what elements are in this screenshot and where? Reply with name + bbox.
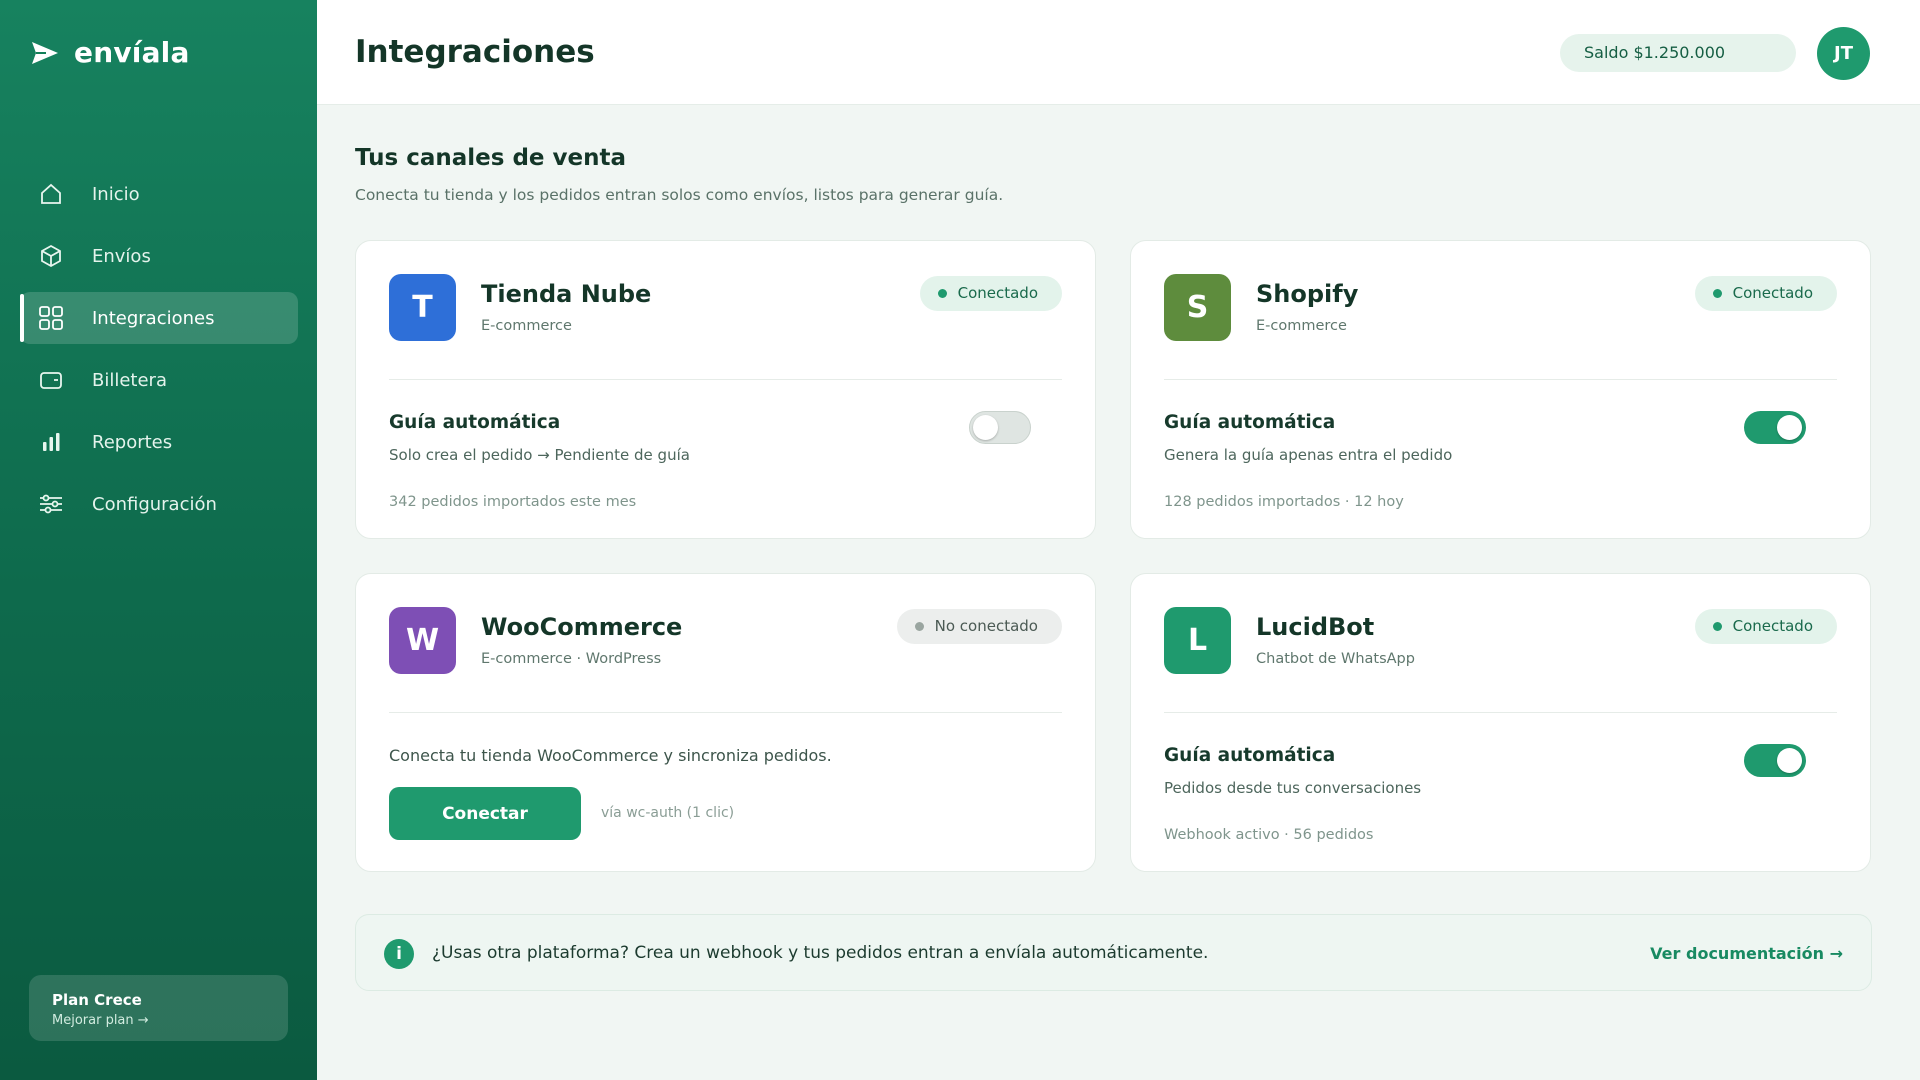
sidebar-item-envios[interactable]: Envíos [20, 230, 298, 282]
integration-name: LucidBot [1256, 613, 1375, 641]
auto-guide-toggle[interactable] [1744, 744, 1806, 777]
integration-card-shopify: S Shopify E-commerce Conectado Guía auto… [1130, 240, 1871, 539]
integration-card-tienda-nube: T Tienda Nube E-commerce Conectado Guía … [355, 240, 1096, 539]
auto-guide-title: Guía automática [389, 412, 561, 433]
tienda-nube-logo: T [389, 274, 456, 341]
sidebar-item-label: Envíos [92, 245, 151, 267]
bar-chart-icon [38, 429, 64, 455]
webhook-info-banner: i ¿Usas otra plataforma? Crea un webhook… [355, 914, 1872, 991]
plan-name: Plan Crece [52, 991, 142, 1009]
divider [389, 379, 1062, 380]
sidebar-item-label: Inicio [92, 183, 140, 205]
sidebar-nav: Inicio Envíos Integraciones Billetera Re… [20, 168, 298, 540]
divider [1164, 712, 1837, 713]
lucidbot-logo: L [1164, 607, 1231, 674]
toggle-knob [973, 415, 998, 440]
auto-guide-description: Solo crea el pedido → Pendiente de guía [389, 446, 690, 464]
connect-description: Conecta tu tienda WooCommerce y sincroni… [389, 746, 832, 765]
auto-guide-toggle[interactable] [969, 411, 1031, 444]
plan-card[interactable]: Plan Crece Mejorar plan → [29, 975, 288, 1041]
auto-guide-description: Pedidos desde tus conversaciones [1164, 779, 1422, 797]
wallet-icon [38, 367, 64, 393]
balance-badge[interactable]: Saldo $1.250.000 [1560, 34, 1796, 72]
integration-card-woocommerce: W WooCommerce E-commerce · WordPress No … [355, 573, 1096, 872]
sliders-icon [38, 491, 64, 517]
sidebar-item-reportes[interactable]: Reportes [20, 416, 298, 468]
orders-stat: 342 pedidos importados este mes [389, 494, 637, 510]
sidebar-item-label: Integraciones [92, 307, 215, 329]
sidebar-item-configuracion[interactable]: Configuración [20, 478, 298, 530]
sidebar-item-integraciones[interactable]: Integraciones [20, 292, 298, 344]
avatar[interactable]: JT [1817, 27, 1870, 80]
home-icon [38, 181, 64, 207]
brand-logo[interactable]: envíala [30, 36, 190, 69]
grid-icon [38, 305, 64, 331]
orders-stat: 128 pedidos importados · 12 hoy [1164, 494, 1404, 510]
integration-name: WooCommerce [481, 613, 683, 641]
connect-button[interactable]: Conectar [389, 787, 581, 840]
section-title: Tus canales de venta [355, 145, 627, 171]
sidebar-item-label: Reportes [92, 431, 173, 453]
status-badge: No conectado [896, 609, 1062, 644]
integration-name: Tienda Nube [481, 280, 652, 308]
integration-category: E-commerce [481, 318, 572, 334]
page-title: Integraciones [355, 34, 595, 70]
status-badge: Conectado [919, 276, 1062, 311]
integration-category: E-commerce · WordPress [481, 651, 662, 667]
divider [1164, 379, 1837, 380]
documentation-link[interactable]: Ver documentación → [1650, 944, 1843, 963]
status-badge: Conectado [1694, 609, 1837, 644]
box-icon [38, 243, 64, 269]
paper-plane-icon [32, 41, 58, 64]
orders-stat: Webhook activo · 56 pedidos [1164, 827, 1374, 843]
integration-category: Chatbot de WhatsApp [1256, 651, 1415, 667]
sidebar: envíala Inicio Envíos Integraciones Bill… [0, 0, 317, 1080]
integration-category: E-commerce [1256, 318, 1347, 334]
integration-card-lucidbot: L LucidBot Chatbot de WhatsApp Conectado… [1130, 573, 1871, 872]
sidebar-item-label: Configuración [92, 493, 217, 515]
auto-guide-description: Genera la guía apenas entra el pedido [1164, 446, 1453, 464]
brand-name: envíala [74, 36, 190, 69]
info-icon: i [384, 939, 414, 969]
connect-hint: vía wc-auth (1 clic) [601, 805, 735, 821]
upgrade-plan-link[interactable]: Mejorar plan → [52, 1013, 265, 1028]
sidebar-item-label: Billetera [92, 369, 167, 391]
banner-text: ¿Usas otra plataforma? Crea un webhook y… [432, 943, 1209, 963]
integration-name: Shopify [1256, 280, 1359, 308]
section-subtitle: Conecta tu tienda y los pedidos entran s… [355, 186, 1004, 204]
shopify-logo: S [1164, 274, 1231, 341]
sidebar-item-billetera[interactable]: Billetera [20, 354, 298, 406]
auto-guide-title: Guía automática [1164, 745, 1336, 766]
toggle-knob [1777, 748, 1802, 773]
top-header: Integraciones Saldo $1.250.000 JT [317, 0, 1920, 105]
status-badge: Conectado [1694, 276, 1837, 311]
auto-guide-toggle[interactable] [1744, 411, 1806, 444]
sidebar-item-inicio[interactable]: Inicio [20, 168, 298, 220]
auto-guide-title: Guía automática [1164, 412, 1336, 433]
toggle-knob [1777, 415, 1802, 440]
woocommerce-logo: W [389, 607, 456, 674]
divider [389, 712, 1062, 713]
